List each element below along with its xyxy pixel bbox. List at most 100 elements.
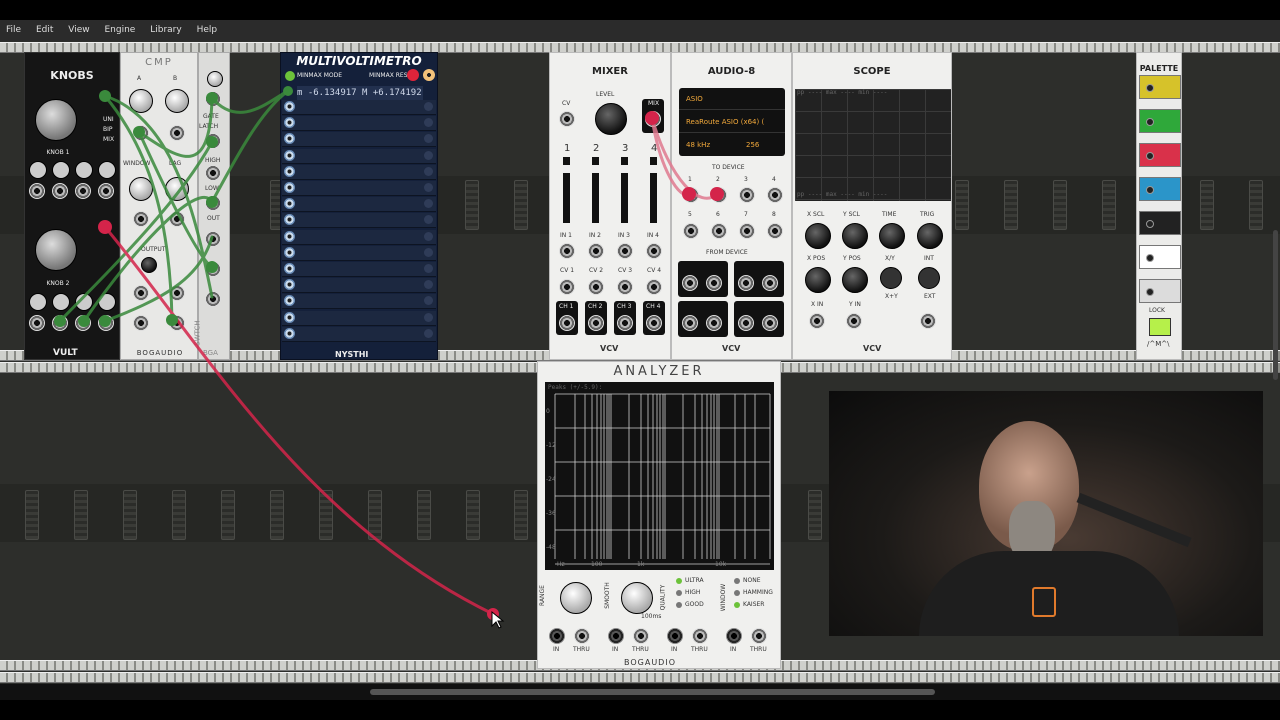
in-jack[interactable]	[588, 243, 604, 259]
output-knob[interactable]	[141, 257, 157, 273]
x-in-jack[interactable]	[809, 313, 825, 329]
input-jack[interactable]	[98, 183, 114, 199]
knob-b[interactable]	[165, 89, 189, 113]
b-input-jack[interactable]	[169, 125, 185, 141]
mix-output-jack[interactable]	[645, 111, 661, 127]
device-select[interactable]: ReaRoute ASIO (x64) (	[679, 111, 785, 133]
low-jack[interactable]	[205, 261, 221, 277]
meter-input-jack[interactable]	[284, 327, 295, 339]
to-device-jack[interactable]	[711, 187, 727, 203]
input-jack[interactable]	[98, 315, 114, 331]
y-pos-knob[interactable]	[842, 267, 868, 293]
meter-input-jack[interactable]	[284, 182, 295, 193]
input-jack[interactable]	[29, 183, 45, 199]
input-jack[interactable]	[52, 315, 68, 331]
palette-swatch-blue[interactable]	[1139, 177, 1181, 201]
minmax-mode-button[interactable]	[285, 71, 295, 81]
output-jack[interactable]	[133, 315, 149, 331]
menu-library[interactable]: Library	[144, 20, 187, 41]
hamming-led[interactable]	[734, 590, 740, 596]
mixer-module[interactable]: MIXER LEVEL CV MIX 1 2 3 4 IN 1 IN 2 IN …	[549, 52, 671, 360]
input-jack[interactable]	[75, 315, 91, 331]
palette-swatch-yellow[interactable]	[1139, 75, 1181, 99]
meter-input-jack[interactable]	[284, 149, 295, 161]
xy-button[interactable]	[880, 267, 902, 289]
window-cv-jack[interactable]	[133, 211, 149, 227]
menu-view[interactable]: View	[62, 20, 95, 41]
menu-file[interactable]: File	[0, 20, 27, 41]
meter-input-jack[interactable]	[284, 263, 295, 274]
thru-3-jack[interactable]	[692, 628, 708, 644]
ch-out-jack[interactable]	[617, 315, 633, 331]
polyphonic-jack[interactable]	[423, 69, 435, 81]
out-jack[interactable]	[205, 291, 221, 307]
ultra-led[interactable]	[676, 578, 682, 584]
low-jack[interactable]	[205, 165, 221, 181]
fader-1[interactable]	[563, 157, 570, 223]
sample-rate-select[interactable]: 48 kHz	[679, 134, 731, 156]
meter-input-jack[interactable]	[284, 198, 295, 210]
small-knob[interactable]	[98, 293, 116, 311]
menu-engine[interactable]: Engine	[98, 20, 141, 41]
small-knob[interactable]	[52, 293, 70, 311]
smooth-knob[interactable]	[621, 582, 653, 614]
trig-in-jack[interactable]	[920, 313, 936, 329]
to-device-jack[interactable]	[683, 187, 699, 203]
trig-mode-button[interactable]	[918, 267, 940, 289]
input-jack[interactable]	[29, 315, 45, 331]
y-scale-knob[interactable]	[842, 223, 868, 249]
high-jack[interactable]	[205, 231, 221, 247]
to-device-jack[interactable]	[739, 223, 755, 239]
meter-input-jack[interactable]	[284, 279, 295, 291]
meter-input-jack[interactable]	[284, 117, 295, 129]
meter-input-jack[interactable]	[284, 230, 295, 242]
vertical-scrollbar-thumb[interactable]	[1273, 230, 1278, 380]
cv-jack[interactable]	[588, 279, 604, 295]
meter-input-jack[interactable]	[284, 311, 295, 323]
scope-module[interactable]: SCOPE pp ---- max ---- min ---- pp ---- …	[792, 52, 952, 360]
small-knob[interactable]	[29, 161, 47, 179]
palette-swatch-black[interactable]	[1139, 211, 1181, 235]
ch-out-jack[interactable]	[588, 315, 604, 331]
input-jack[interactable]	[52, 183, 68, 199]
small-knob[interactable]	[29, 293, 47, 311]
small-knob[interactable]	[75, 161, 93, 179]
to-device-jack[interactable]	[767, 223, 783, 239]
menu-edit[interactable]: Edit	[30, 20, 59, 41]
gate-jack[interactable]	[205, 91, 221, 107]
meter-input-jack[interactable]	[284, 165, 295, 177]
small-knob[interactable]	[52, 161, 70, 179]
block-size-select[interactable]: 256	[739, 134, 785, 156]
meter-input-jack[interactable]	[284, 295, 295, 307]
to-device-jack[interactable]	[767, 187, 783, 203]
from-device-jack[interactable]	[762, 275, 778, 291]
scrollbar-track[interactable]	[0, 684, 1280, 700]
thru-1-jack[interactable]	[574, 628, 590, 644]
in-2-jack[interactable]	[608, 628, 624, 644]
kaiser-led[interactable]	[734, 602, 740, 608]
lag-knob[interactable]	[165, 177, 189, 201]
output-jack[interactable]	[169, 315, 185, 331]
from-device-jack[interactable]	[762, 315, 778, 331]
from-device-jack[interactable]	[738, 315, 754, 331]
ch-out-jack[interactable]	[646, 315, 662, 331]
x-scale-knob[interactable]	[805, 223, 831, 249]
thru-4-jack[interactable]	[751, 628, 767, 644]
palette-swatch-green[interactable]	[1139, 109, 1181, 133]
thru-2-jack[interactable]	[633, 628, 649, 644]
high-led[interactable]	[676, 590, 682, 596]
knob-1[interactable]	[35, 99, 77, 141]
to-device-jack[interactable]	[683, 223, 699, 239]
minmax-reset-button[interactable]	[407, 69, 419, 81]
good-led[interactable]	[676, 602, 682, 608]
from-device-jack[interactable]	[706, 315, 722, 331]
from-device-jack[interactable]	[682, 315, 698, 331]
none-led[interactable]	[734, 578, 740, 584]
fader-4[interactable]	[650, 157, 657, 223]
in-3-jack[interactable]	[667, 628, 683, 644]
cv-jack[interactable]	[617, 279, 633, 295]
meter-input-jack[interactable]	[284, 246, 295, 258]
palette-swatch-white[interactable]	[1139, 245, 1181, 269]
cmp-module[interactable]: CMP A B WINDOW LAG OUTPUT BOGAUDIO	[120, 52, 198, 360]
fader-3[interactable]	[621, 157, 628, 223]
